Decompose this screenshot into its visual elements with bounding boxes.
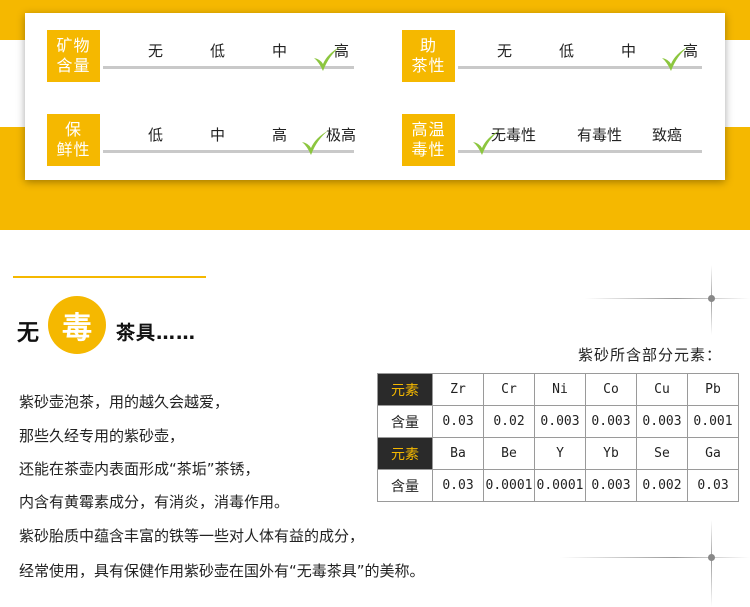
table-row: 元素 Ba Be Y Yb Se Ga: [377, 437, 739, 470]
table-cell: Ba: [432, 437, 484, 470]
paragraph-line: 经常使用，具有保健作用紫砂壶在国外有“无毒茶具”的美称。: [19, 562, 425, 580]
divider-line: [560, 557, 750, 558]
table-row: 元素 Zr Cr Ni Co Cu Pb: [377, 373, 739, 406]
checkmark-icon: [302, 130, 329, 155]
table-caption: 紫砂所含部分元素：: [578, 346, 723, 364]
table-cell: Se: [636, 437, 688, 470]
level-none: 无: [148, 42, 164, 60]
level-low: 低: [148, 126, 164, 144]
table-cell: Be: [483, 437, 535, 470]
metric-label: 矿物 含量: [47, 30, 100, 82]
table-cell: 0.0001: [534, 469, 586, 502]
paragraph-line: 内含有黄霉素成分，有消炎，消毒作用。: [19, 493, 290, 511]
table-row: 含量 0.03 0.02 0.003 0.003 0.003 0.001: [377, 405, 739, 438]
level-scale: 无 低 中 高: [100, 30, 354, 82]
level-scale: 低 中 高 极高: [100, 114, 357, 166]
table-cell: Cu: [636, 373, 688, 406]
table-row: 含量 0.03 0.0001 0.0001 0.003 0.002 0.03: [377, 469, 739, 502]
table-cell: 0.02: [483, 405, 535, 438]
table-cell: Ga: [687, 437, 739, 470]
table-cell: Pb: [687, 373, 739, 406]
level-high: 高: [272, 126, 288, 144]
level-carcinogenic: 致癌: [652, 126, 683, 144]
table-cell: 0.003: [585, 469, 637, 502]
paragraph-line: 紫砂胎质中蕴含丰富的铁等一些对人体有益的成分，: [19, 527, 365, 545]
table-cell: 0.003: [534, 405, 586, 438]
level-scale: 无 低 中 高: [455, 30, 702, 82]
table-cell: 0.0001: [483, 469, 535, 502]
metric-label: 高温 毒性: [402, 114, 455, 166]
table-cell: 0.03: [687, 469, 739, 502]
checkmark-icon: [314, 46, 341, 71]
table-cell: 0.003: [636, 405, 688, 438]
divider-dot: [708, 295, 715, 302]
checkmark-icon: [662, 46, 689, 71]
metric-freshness: 保鲜性 低 中 高 极高: [47, 114, 357, 166]
divider-dot: [708, 554, 715, 561]
element-table: 元素 Zr Cr Ni Co Cu Pb 含量 0.03 0.02 0.003 …: [377, 373, 739, 502]
level-scale: 无毒性 有毒性 致癌: [455, 114, 702, 166]
table-cell: 0.001: [687, 405, 739, 438]
table-cell: Zr: [432, 373, 484, 406]
heading-prefix: 无: [17, 321, 40, 346]
heading-underline: [13, 276, 206, 278]
level-none: 无: [497, 42, 513, 60]
table-cell: Y: [534, 437, 586, 470]
checkmark-icon: [473, 130, 500, 155]
divider-line: [585, 298, 750, 299]
heading-suffix: 茶具……: [116, 322, 197, 344]
metric-label: 助茶性: [402, 30, 455, 82]
row-header-content: 含量: [377, 469, 433, 502]
level-low: 低: [559, 42, 575, 60]
table-cell: Co: [585, 373, 637, 406]
table-cell: 0.002: [636, 469, 688, 502]
heading-highlight-circle: 毒: [48, 296, 106, 354]
level-low: 低: [210, 42, 226, 60]
row-header-element: 元素: [377, 437, 433, 470]
level-mid: 中: [210, 126, 226, 144]
metric-label: 保鲜性: [47, 114, 100, 166]
metric-tea-enhancement: 助茶性 无 低 中 高: [402, 30, 702, 82]
table-cell: 0.03: [432, 405, 484, 438]
metric-mineral-content: 矿物 含量 无 低 中 高: [47, 30, 354, 82]
paragraph-line: 那些久经专用的紫砂壶，: [19, 427, 185, 445]
row-header-content: 含量: [377, 405, 433, 438]
table-cell: Yb: [585, 437, 637, 470]
level-mid: 中: [621, 42, 637, 60]
table-cell: 0.03: [432, 469, 484, 502]
level-very-high: 极高: [326, 126, 357, 144]
paragraph-line: 还能在茶壶内表面形成“茶垢”茶锈，: [19, 460, 260, 478]
heading-highlight: 毒: [62, 311, 92, 346]
level-toxic: 有毒性: [577, 126, 623, 144]
property-panel: 矿物 含量 无 低 中 高 助茶性 无 低 中 高 保 鲜性 低 中 高 极高 …: [25, 13, 725, 180]
table-cell: Ni: [534, 373, 586, 406]
level-mid: 中: [272, 42, 288, 60]
divider-line: [711, 520, 712, 607]
paragraph-line: 紫砂壶泡茶，用的越久会越爱，: [19, 393, 230, 411]
table-cell: 0.003: [585, 405, 637, 438]
row-header-element: 元素: [377, 373, 433, 406]
metric-high-temp-toxicity: 高温 毒性 无毒性 有毒性 致癌: [402, 114, 702, 166]
table-cell: Cr: [483, 373, 535, 406]
